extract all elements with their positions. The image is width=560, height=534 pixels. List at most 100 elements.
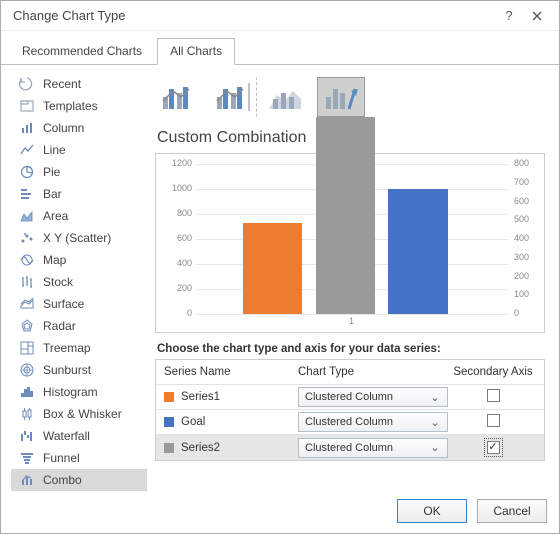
tab-all-charts[interactable]: All Charts xyxy=(157,38,235,65)
sidebar-item-pie[interactable]: Pie xyxy=(11,161,147,183)
sidebar-item-radar[interactable]: Radar xyxy=(11,315,147,337)
sidebar-item-combo[interactable]: Combo xyxy=(11,469,147,491)
sidebar-item-line[interactable]: Line xyxy=(11,139,147,161)
tab-recommended[interactable]: Recommended Charts xyxy=(9,38,155,64)
sidebar-item-label: Recent xyxy=(43,77,141,91)
col-chart-type: Chart Type xyxy=(294,366,452,378)
sidebar-item-label: Line xyxy=(43,143,141,157)
combo-subtype-clustered-line-secondary[interactable] xyxy=(209,77,257,117)
treemap-chart-icon xyxy=(17,338,37,358)
sidebar-item-label: Templates xyxy=(43,99,141,113)
dialog-buttons: OK Cancel xyxy=(397,499,547,523)
combo-chart-icon xyxy=(17,470,37,490)
pie-chart-icon xyxy=(17,162,37,182)
series-name-label: Series2 xyxy=(181,442,220,454)
sidebar-item-label: Waterfall xyxy=(43,429,141,443)
chart-type-dropdown[interactable]: Clustered Column ⌄ xyxy=(298,387,448,407)
sidebar-item-label: Area xyxy=(43,209,141,223)
chart-category-sidebar: Recent Templates Column Line Pie Bar Are… xyxy=(11,73,151,491)
secondary-axis-checkbox[interactable] xyxy=(487,441,500,454)
col-secondary-axis: Secondary Axis xyxy=(452,366,534,378)
series-color-swatch xyxy=(164,417,174,427)
stock-chart-icon xyxy=(17,272,37,292)
sidebar-item-map[interactable]: Map xyxy=(11,249,147,271)
sidebar-item-histogram[interactable]: Histogram xyxy=(11,381,147,403)
sidebar-item-templates[interactable]: Templates xyxy=(11,95,147,117)
sidebar-item-surface[interactable]: Surface xyxy=(11,293,147,315)
recent-icon xyxy=(17,74,37,94)
chart-type-dropdown[interactable]: Clustered Column ⌄ xyxy=(298,412,448,432)
funnel-chart-icon xyxy=(17,448,37,468)
dropdown-value: Clustered Column xyxy=(305,442,393,454)
sidebar-item-label: Radar xyxy=(43,319,141,333)
sunburst-chart-icon xyxy=(17,360,37,380)
sidebar-item-label: Treemap xyxy=(43,341,141,355)
cancel-button[interactable]: Cancel xyxy=(477,499,547,523)
combo-subtype-stacked-area-column[interactable] xyxy=(263,77,311,117)
sidebar-item-label: Box & Whisker xyxy=(43,407,141,421)
right-panel: Custom Combination 020040060080010001200… xyxy=(151,73,549,491)
titlebar: Change Chart Type ? xyxy=(1,1,559,31)
chevron-down-icon: ⌄ xyxy=(427,391,443,404)
series-color-swatch xyxy=(164,443,174,453)
sidebar-item-label: Pie xyxy=(43,165,141,179)
sidebar-item-label: Stock xyxy=(43,275,141,289)
sidebar-item-label: X Y (Scatter) xyxy=(43,231,141,245)
surface-chart-icon xyxy=(17,294,37,314)
series-row[interactable]: Series2 Clustered Column ⌄ xyxy=(156,435,544,460)
help-button[interactable]: ? xyxy=(495,5,523,27)
sidebar-item-label: Combo xyxy=(43,473,141,487)
scatter-chart-icon xyxy=(17,228,37,248)
secondary-axis-checkbox[interactable] xyxy=(487,414,500,427)
close-icon xyxy=(532,11,542,21)
secondary-axis-checkbox[interactable] xyxy=(487,389,500,402)
series-name-label: Goal xyxy=(181,416,205,428)
sidebar-item-waterfall[interactable]: Waterfall xyxy=(11,425,147,447)
sidebar-item-label: Funnel xyxy=(43,451,141,465)
sidebar-item-label: Bar xyxy=(43,187,141,201)
combo-subtype-custom[interactable] xyxy=(317,77,365,117)
map-chart-icon xyxy=(17,250,37,270)
waterfall-chart-icon xyxy=(17,426,37,446)
area-chart-icon xyxy=(17,206,37,226)
sidebar-item-bar[interactable]: Bar xyxy=(11,183,147,205)
sidebar-item-column[interactable]: Column xyxy=(11,117,147,139)
chart-type-dropdown[interactable]: Clustered Column ⌄ xyxy=(298,438,448,458)
ok-button[interactable]: OK xyxy=(397,499,467,523)
series-hint: Choose the chart type and axis for your … xyxy=(151,333,549,359)
series-name-label: Series1 xyxy=(181,391,220,403)
series-table-header: Series Name Chart Type Secondary Axis xyxy=(156,360,544,385)
col-series-name: Series Name xyxy=(156,366,294,378)
sidebar-item-treemap[interactable]: Treemap xyxy=(11,337,147,359)
combo-subtype-clustered-line[interactable] xyxy=(155,77,203,117)
close-button[interactable] xyxy=(523,5,551,27)
chevron-down-icon: ⌄ xyxy=(427,441,443,454)
chart-preview: 0200400600800100012000100200300400500600… xyxy=(155,153,545,333)
series-color-swatch xyxy=(164,392,174,402)
column-chart-icon xyxy=(17,118,37,138)
sidebar-item-stock[interactable]: Stock xyxy=(11,271,147,293)
sidebar-item-label: Surface xyxy=(43,297,141,311)
sidebar-item-recent[interactable]: Recent xyxy=(11,73,147,95)
sidebar-item-label: Histogram xyxy=(43,385,141,399)
templates-icon xyxy=(17,96,37,116)
tabs-row: Recommended Charts All Charts xyxy=(1,31,559,65)
sidebar-item-area[interactable]: Area xyxy=(11,205,147,227)
radar-chart-icon xyxy=(17,316,37,336)
dropdown-value: Clustered Column xyxy=(305,391,393,403)
histogram-chart-icon xyxy=(17,382,37,402)
window-title: Change Chart Type xyxy=(13,8,495,23)
series-row[interactable]: Goal Clustered Column ⌄ xyxy=(156,410,544,435)
dialog-body: Recent Templates Column Line Pie Bar Are… xyxy=(1,65,559,499)
bar-chart-icon xyxy=(17,184,37,204)
chevron-down-icon: ⌄ xyxy=(427,416,443,429)
sidebar-item-label: Map xyxy=(43,253,141,267)
sidebar-item-funnel[interactable]: Funnel xyxy=(11,447,147,469)
line-chart-icon xyxy=(17,140,37,160)
sidebar-item-boxwhisker[interactable]: Box & Whisker xyxy=(11,403,147,425)
sidebar-item-sunburst[interactable]: Sunburst xyxy=(11,359,147,381)
sidebar-item-label: Sunburst xyxy=(43,363,141,377)
series-table: Series Name Chart Type Secondary Axis Se… xyxy=(155,359,545,461)
sidebar-item-scatter[interactable]: X Y (Scatter) xyxy=(11,227,147,249)
series-row[interactable]: Series1 Clustered Column ⌄ xyxy=(156,385,544,410)
